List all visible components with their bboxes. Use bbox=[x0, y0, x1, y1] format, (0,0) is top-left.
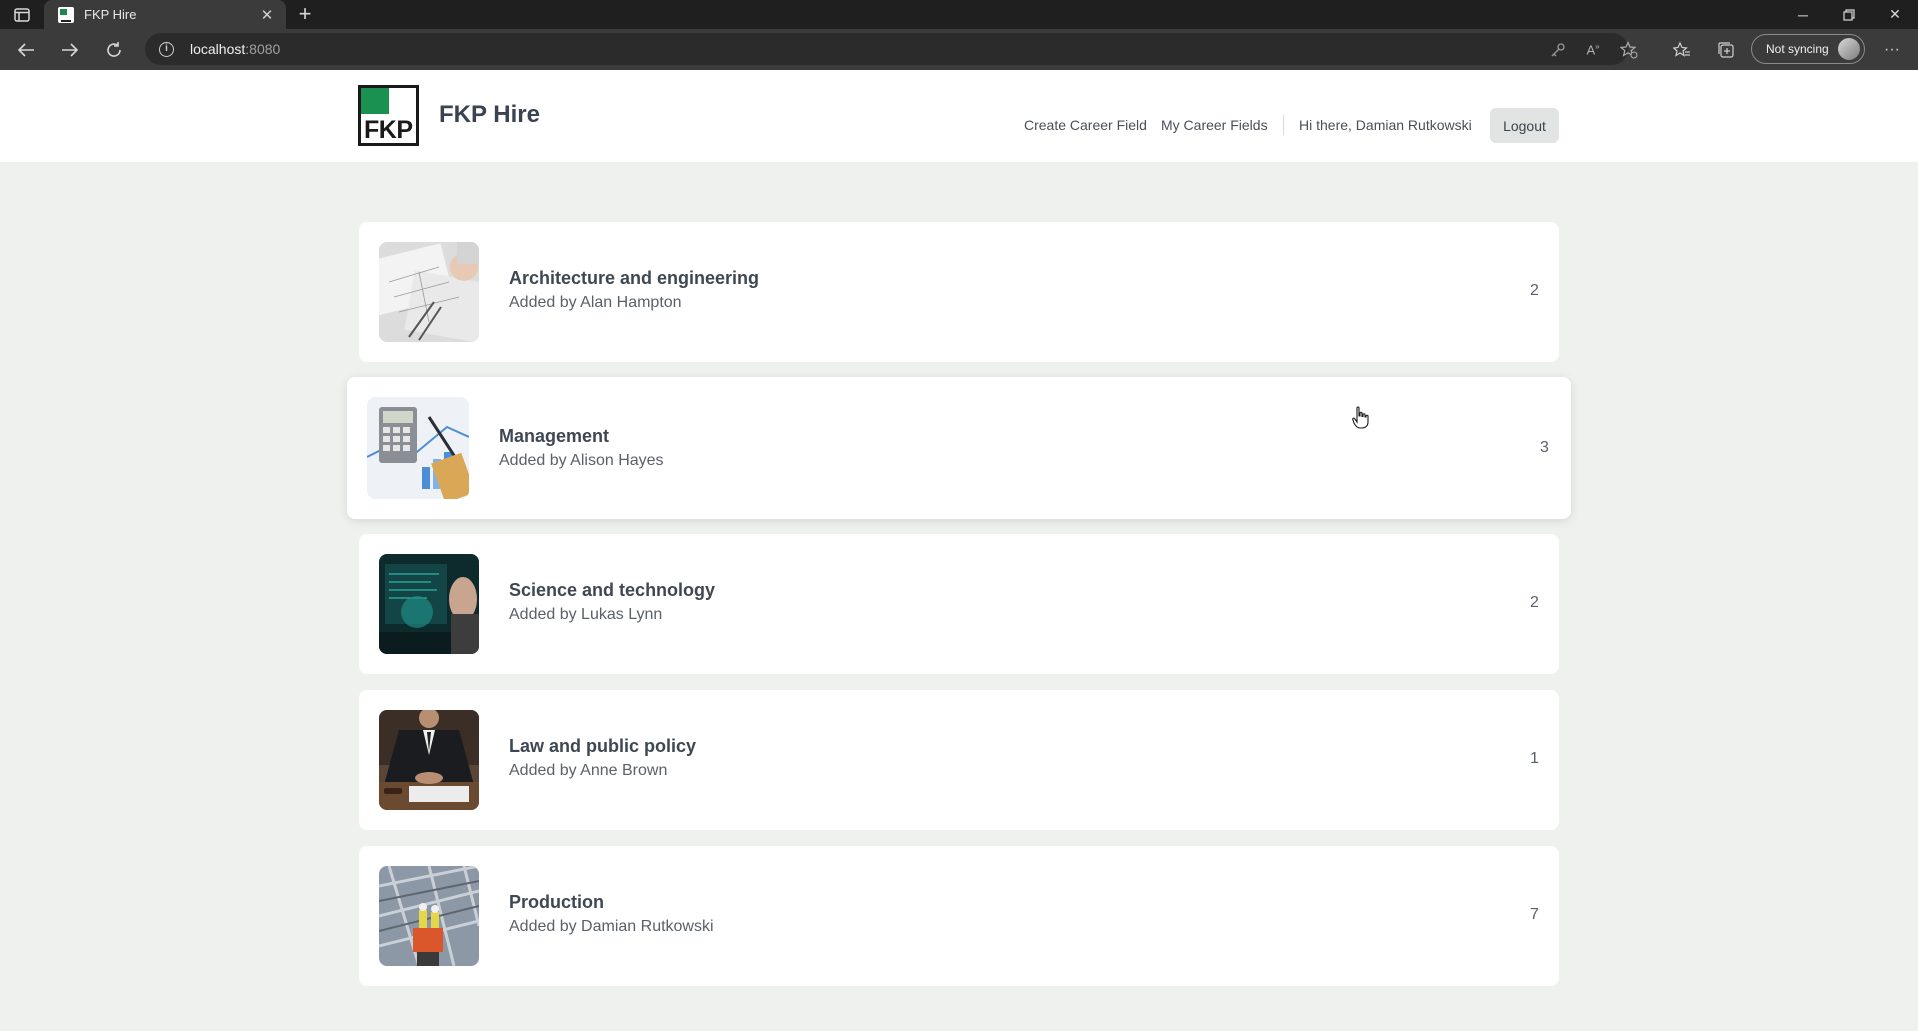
logout-button[interactable]: Logout bbox=[1490, 108, 1559, 143]
architecture-blueprint-image bbox=[379, 242, 479, 342]
nav-divider bbox=[1283, 115, 1284, 135]
career-field-title[interactable]: Architecture and engineering bbox=[509, 268, 759, 289]
career-field-card[interactable]: Production Added by Damian Rutkowski 7 bbox=[359, 846, 1559, 986]
career-field-title[interactable]: Law and public policy bbox=[509, 736, 696, 757]
new-tab-icon[interactable]: + bbox=[293, 2, 317, 26]
forward-icon[interactable] bbox=[57, 37, 83, 63]
key-icon[interactable] bbox=[1548, 40, 1568, 60]
url-host: localhost bbox=[190, 41, 246, 57]
logo-text: FKP bbox=[364, 116, 413, 144]
tab-title: FKP Hire bbox=[84, 7, 137, 22]
nav-my-career-fields[interactable]: My Career Fields bbox=[1161, 117, 1268, 133]
career-field-count: 2 bbox=[1530, 594, 1539, 611]
address-bar[interactable]: i localhost:8080 A» bbox=[145, 33, 1638, 65]
logo-green-block bbox=[361, 88, 389, 114]
collections-icon[interactable] bbox=[1714, 38, 1738, 62]
minimize-icon[interactable]: ─ bbox=[1780, 0, 1826, 29]
refresh-icon[interactable] bbox=[101, 37, 127, 63]
lawyer-desk-image bbox=[379, 710, 479, 810]
career-field-card[interactable]: Management Added by Alison Hayes 3 bbox=[347, 377, 1571, 519]
browser-toolbar: i localhost:8080 A» Not syncing ··· bbox=[0, 29, 1918, 70]
profile-sync-button[interactable]: Not syncing bbox=[1751, 34, 1865, 64]
career-field-author: Added by Lukas Lynn bbox=[509, 606, 663, 623]
close-window-icon[interactable]: ✕ bbox=[1872, 0, 1918, 29]
career-field-author: Added by Damian Rutkowski bbox=[509, 918, 714, 935]
site-header: FKP FKP Hire Create Career Field My Care… bbox=[0, 70, 1918, 162]
career-field-count: 2 bbox=[1530, 282, 1539, 299]
career-field-card[interactable]: Architecture and engineering Added by Al… bbox=[359, 222, 1559, 362]
career-field-author: Added by Alison Hayes bbox=[499, 452, 664, 469]
back-icon[interactable] bbox=[13, 37, 39, 63]
tab-actions-icon[interactable] bbox=[10, 4, 34, 26]
career-field-title[interactable]: Science and technology bbox=[509, 580, 715, 601]
nav-create-career-field[interactable]: Create Career Field bbox=[1024, 117, 1147, 133]
career-field-count: 3 bbox=[1540, 439, 1549, 456]
sync-label: Not syncing bbox=[1766, 42, 1829, 56]
career-field-title[interactable]: Management bbox=[499, 426, 609, 447]
factory-worker-image bbox=[379, 866, 479, 966]
restore-icon[interactable] bbox=[1826, 0, 1872, 29]
add-favorite-icon[interactable] bbox=[1619, 40, 1639, 60]
url-port: :8080 bbox=[245, 41, 281, 57]
browser-tab-bar: FKP Hire ✕ + ─ ✕ bbox=[0, 0, 1918, 29]
career-field-card[interactable]: Science and technology Added by Lukas Ly… bbox=[359, 534, 1559, 674]
career-field-card[interactable]: Law and public policy Added by Anne Brow… bbox=[359, 690, 1559, 830]
favorites-icon[interactable] bbox=[1670, 38, 1694, 62]
brand-name[interactable]: FKP Hire bbox=[439, 101, 540, 129]
fkp-favicon-icon bbox=[58, 6, 74, 23]
user-greeting: Hi there, Damian Rutkowski bbox=[1299, 117, 1472, 133]
career-field-author: Added by Anne Brown bbox=[509, 762, 668, 779]
calculator-charts-image bbox=[367, 397, 469, 499]
hand-cursor-icon bbox=[1352, 406, 1370, 430]
site-info-icon[interactable]: i bbox=[159, 41, 174, 57]
read-aloud-icon[interactable]: A» bbox=[1583, 40, 1603, 60]
career-field-title[interactable]: Production bbox=[509, 892, 604, 913]
more-options-icon[interactable]: ··· bbox=[1880, 38, 1904, 62]
career-field-count: 7 bbox=[1530, 906, 1539, 923]
fkp-logo[interactable]: FKP bbox=[358, 85, 419, 146]
tab-close-icon[interactable]: ✕ bbox=[258, 6, 276, 24]
career-field-count: 1 bbox=[1530, 750, 1539, 767]
tech-screen-image bbox=[379, 554, 479, 654]
browser-tab[interactable]: FKP Hire ✕ bbox=[44, 0, 286, 29]
profile-avatar bbox=[1838, 38, 1860, 60]
career-field-author: Added by Alan Hampton bbox=[509, 294, 682, 311]
